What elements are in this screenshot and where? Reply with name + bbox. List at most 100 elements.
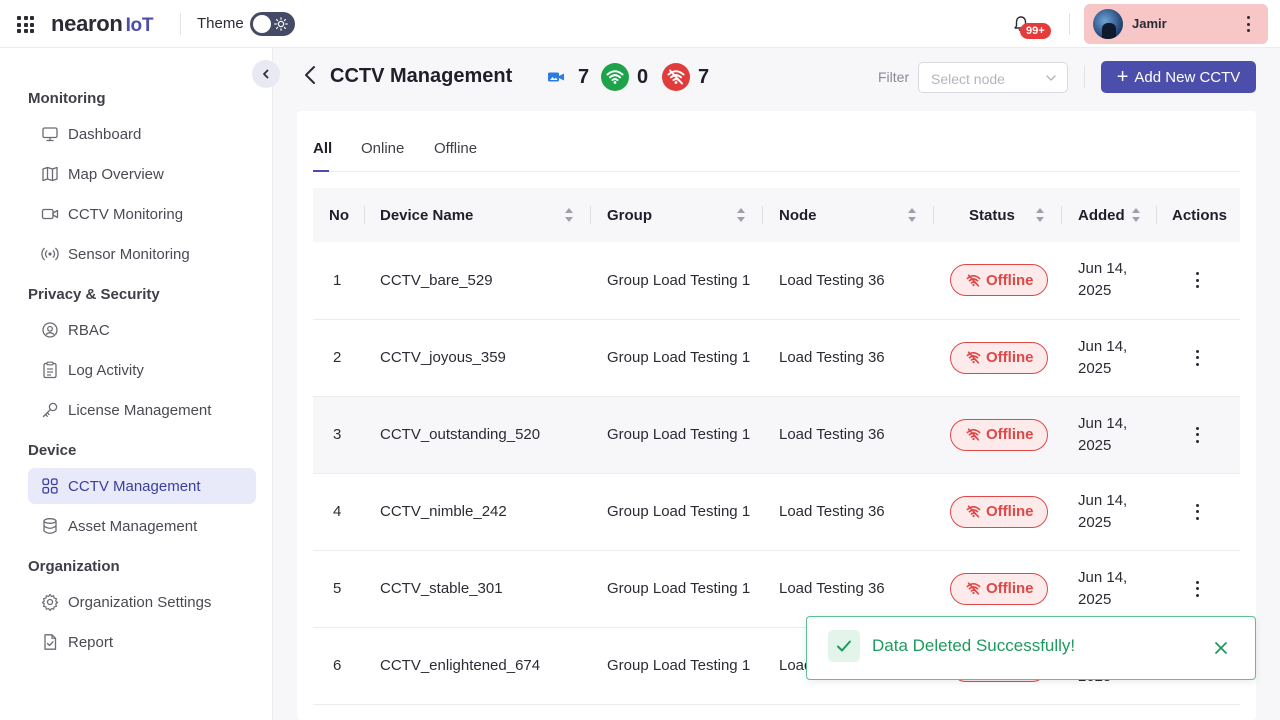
sidebar-item-organization-settings[interactable]: Organization Settings — [28, 584, 256, 620]
status-badge: Offline — [950, 572, 1048, 605]
sidebar-item-cctv-management[interactable]: CCTV Management — [28, 468, 256, 504]
added-date-line-2: 2025 — [1078, 590, 1112, 608]
sidebar-item-dashboard[interactable]: Dashboard — [28, 116, 256, 152]
sidebar-item-label: Map Overview — [68, 165, 164, 183]
added-date-line-2: 2025 — [1078, 513, 1112, 531]
wifi-off-icon — [966, 428, 981, 441]
sidebar-item-label: RBAC — [68, 321, 110, 339]
camera-count-icon — [542, 63, 570, 91]
column-header-node[interactable]: Node — [763, 188, 934, 242]
sidebar-item-map-overview[interactable]: Map Overview — [28, 156, 256, 192]
sensor-icon — [40, 244, 60, 264]
cell-status: Offline — [934, 396, 1062, 473]
close-icon[interactable] — [1213, 640, 1229, 656]
table-row[interactable]: 1 CCTV_bare_529 Group Load Testing 1 Load T… — [313, 242, 1240, 319]
more-vertical-icon[interactable] — [1195, 503, 1199, 520]
column-header-added[interactable]: Added — [1062, 188, 1157, 242]
key-icon — [40, 400, 60, 420]
sort-icon[interactable] — [1036, 208, 1044, 222]
online-count: 0 — [637, 66, 649, 88]
tab-all[interactable]: All — [313, 140, 332, 157]
cell-added: Jun 14, 2025 — [1062, 473, 1157, 550]
sidebar-item-log-activity[interactable]: Log Activity — [28, 352, 256, 388]
sidebar-item-sensor-monitoring[interactable]: Sensor Monitoring — [28, 236, 256, 272]
table-row[interactable]: 2 CCTV_joyous_359 Group Load Testing 1 Load… — [313, 319, 1240, 396]
cell-device-name: CCTV_stable_301 — [380, 580, 503, 597]
column-label: Device Name — [380, 206, 474, 224]
back-arrow-icon[interactable] — [301, 64, 319, 86]
sidebar-item-license-management[interactable]: License Management — [28, 392, 256, 428]
theme-toggle[interactable] — [250, 12, 295, 36]
column-label: Group — [607, 206, 652, 224]
sidebar-item-rbac[interactable]: RBAC — [28, 312, 256, 348]
grid-icon — [40, 476, 60, 496]
rbac-icon — [40, 320, 60, 340]
status-badge: Offline — [950, 418, 1048, 451]
toast-message: Data Deleted Successfully! — [872, 636, 1076, 655]
database-icon — [40, 516, 60, 536]
status-badge: Offline — [950, 264, 1048, 297]
cell-no: 6 — [333, 657, 342, 674]
sidebar-item-label: CCTV Management — [68, 477, 201, 495]
cell-group: Group Load Testing 1 — [607, 657, 751, 674]
app-logo[interactable]: nearon IoT — [51, 11, 153, 37]
sidebar-item-label: Dashboard — [68, 125, 142, 143]
column-header-group[interactable]: Group — [591, 188, 763, 242]
tab-online[interactable]: Online — [361, 140, 404, 157]
column-header-no: No — [313, 188, 365, 242]
sidebar-item-label: License Management — [68, 401, 212, 419]
column-label: Actions — [1172, 206, 1228, 224]
total-count: 7 — [578, 66, 590, 88]
table-row[interactable]: 3 CCTV_outstanding_520 Group Load Testing … — [313, 396, 1240, 473]
sort-icon[interactable] — [737, 208, 745, 222]
cell-device-name: CCTV_enlightened_674 — [380, 657, 541, 674]
select-placeholder: Select node — [931, 71, 1005, 87]
cell-group: Group Load Testing 1 — [607, 503, 751, 520]
sort-icon[interactable] — [1132, 208, 1140, 222]
sidebar-section-privacy-security: Privacy & Security — [28, 286, 160, 303]
added-date-line-2: 2025 — [1078, 359, 1112, 377]
more-vertical-icon[interactable] — [1195, 426, 1199, 443]
more-vertical-icon[interactable] — [1195, 580, 1199, 597]
cell-actions — [1157, 319, 1240, 396]
success-toast: Data Deleted Successfully! — [806, 616, 1256, 680]
added-date: Jun 14, 2025 — [1078, 567, 1157, 611]
cell-added: Jun 14, 2025 — [1062, 242, 1157, 319]
cell-added: Jun 14, 2025 — [1062, 319, 1157, 396]
sidebar-item-cctv-monitoring[interactable]: CCTV Monitoring — [28, 196, 256, 232]
sidebar-item-label: Log Activity — [68, 361, 144, 379]
chevron-left-icon — [263, 69, 269, 79]
status-text: Offline — [986, 580, 1034, 597]
sidebar-item-asset-management[interactable]: Asset Management — [28, 508, 256, 544]
divider — [1084, 66, 1085, 88]
column-header-status[interactable]: Status — [934, 188, 1062, 242]
collapse-sidebar-button[interactable] — [252, 60, 280, 88]
user-name: Jamir — [1132, 16, 1167, 31]
sidebar-item-label: Organization Settings — [68, 593, 212, 611]
status-text: Offline — [986, 349, 1034, 366]
offline-count: 7 — [698, 66, 710, 88]
cell-actions — [1157, 396, 1240, 473]
column-header-device-name[interactable]: Device Name — [365, 188, 591, 242]
table-header-row: No Device Name Group Node Status Added A… — [313, 188, 1240, 242]
tabs-divider — [313, 171, 1240, 172]
tab-offline[interactable]: Offline — [434, 140, 477, 157]
node-filter-select[interactable]: Select node — [918, 62, 1068, 93]
cell-actions — [1157, 242, 1240, 319]
log-icon — [40, 360, 60, 380]
table-row[interactable]: 4 CCTV_nimble_242 Group Load Testing 1 Load… — [313, 473, 1240, 550]
more-vertical-icon[interactable] — [1246, 16, 1250, 32]
wifi-off-icon — [966, 351, 981, 364]
more-vertical-icon[interactable] — [1195, 272, 1199, 289]
cell-device-name: CCTV_nimble_242 — [380, 503, 507, 520]
add-new-cctv-button[interactable]: + Add New CCTV — [1101, 61, 1256, 93]
user-menu[interactable]: Jamir — [1084, 4, 1268, 44]
more-vertical-icon[interactable] — [1195, 349, 1199, 366]
sort-icon[interactable] — [908, 208, 916, 222]
added-date-line-1: Jun 14, — [1078, 491, 1128, 509]
sidebar-item-report[interactable]: Report — [28, 624, 256, 660]
sidebar-section-device: Device — [28, 442, 77, 459]
apps-grid-icon[interactable] — [17, 16, 34, 33]
added-date: Jun 14, 2025 — [1078, 490, 1157, 534]
sort-icon[interactable] — [565, 208, 573, 222]
